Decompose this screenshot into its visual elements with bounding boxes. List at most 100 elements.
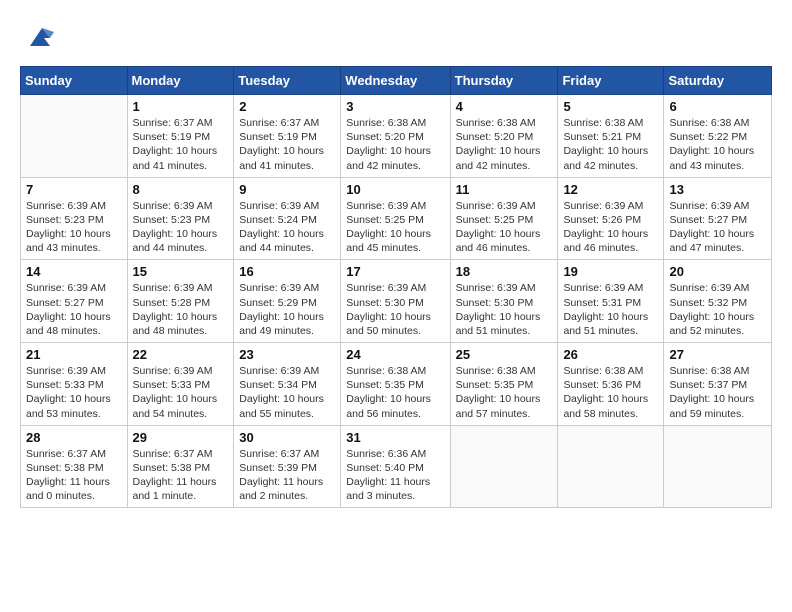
calendar-cell: 10 Sunrise: 6:39 AMSunset: 5:25 PMDayligh… (341, 177, 450, 260)
day-info: Sunrise: 6:39 AMSunset: 5:24 PMDaylight:… (239, 199, 335, 256)
week-row-0: 1 Sunrise: 6:37 AMSunset: 5:19 PMDaylight… (21, 95, 772, 178)
day-info: Sunrise: 6:39 AMSunset: 5:28 PMDaylight:… (133, 281, 229, 338)
calendar-cell: 16 Sunrise: 6:39 AMSunset: 5:29 PMDayligh… (234, 260, 341, 343)
day-number: 28 (26, 430, 122, 445)
week-row-1: 7 Sunrise: 6:39 AMSunset: 5:23 PMDaylight… (21, 177, 772, 260)
day-info: Sunrise: 6:36 AMSunset: 5:40 PMDaylight:… (346, 447, 444, 504)
page: SundayMondayTuesdayWednesdayThursdayFrid… (0, 0, 792, 518)
calendar-cell (21, 95, 128, 178)
day-info: Sunrise: 6:38 AMSunset: 5:21 PMDaylight:… (563, 116, 658, 173)
day-info: Sunrise: 6:39 AMSunset: 5:31 PMDaylight:… (563, 281, 658, 338)
calendar-cell: 9 Sunrise: 6:39 AMSunset: 5:24 PMDaylight… (234, 177, 341, 260)
calendar-header: SundayMondayTuesdayWednesdayThursdayFrid… (21, 67, 772, 95)
logo (20, 18, 62, 56)
header-day-friday: Friday (558, 67, 664, 95)
day-number: 10 (346, 182, 444, 197)
week-row-2: 14 Sunrise: 6:39 AMSunset: 5:27 PMDayligh… (21, 260, 772, 343)
day-number: 2 (239, 99, 335, 114)
calendar-cell: 21 Sunrise: 6:39 AMSunset: 5:33 PMDayligh… (21, 343, 128, 426)
calendar-cell: 30 Sunrise: 6:37 AMSunset: 5:39 PMDayligh… (234, 425, 341, 508)
calendar-cell: 18Sunrise: 6:39 AMSunset: 5:30 PMDayligh… (450, 260, 558, 343)
day-number: 23 (239, 347, 335, 362)
day-number: 9 (239, 182, 335, 197)
header-day-wednesday: Wednesday (341, 67, 450, 95)
day-info: Sunrise: 6:38 AMSunset: 5:36 PMDaylight:… (563, 364, 658, 421)
day-info: Sunrise: 6:39 AMSunset: 5:25 PMDaylight:… (456, 199, 553, 256)
calendar-cell: 2 Sunrise: 6:37 AMSunset: 5:19 PMDaylight… (234, 95, 341, 178)
calendar-cell: 6 Sunrise: 6:38 AMSunset: 5:22 PMDaylight… (664, 95, 772, 178)
day-number: 11 (456, 182, 553, 197)
calendar-cell: 5 Sunrise: 6:38 AMSunset: 5:21 PMDaylight… (558, 95, 664, 178)
calendar-cell: 20Sunrise: 6:39 AMSunset: 5:32 PMDayligh… (664, 260, 772, 343)
day-number: 31 (346, 430, 444, 445)
day-info: Sunrise: 6:38 AMSunset: 5:20 PMDaylight:… (456, 116, 553, 173)
calendar-cell: 24Sunrise: 6:38 AMSunset: 5:35 PMDayligh… (341, 343, 450, 426)
day-number: 26 (563, 347, 658, 362)
calendar-cell: 12 Sunrise: 6:39 AMSunset: 5:26 PMDayligh… (558, 177, 664, 260)
day-info: Sunrise: 6:37 AMSunset: 5:39 PMDaylight:… (239, 447, 335, 504)
day-info: Sunrise: 6:37 AMSunset: 5:19 PMDaylight:… (239, 116, 335, 173)
day-number: 13 (669, 182, 766, 197)
day-number: 15 (133, 264, 229, 279)
day-info: Sunrise: 6:39 AMSunset: 5:25 PMDaylight:… (346, 199, 444, 256)
day-info: Sunrise: 6:37 AMSunset: 5:38 PMDaylight:… (133, 447, 229, 504)
day-number: 1 (133, 99, 229, 114)
header-day-monday: Monday (127, 67, 234, 95)
day-info: Sunrise: 6:39 AMSunset: 5:30 PMDaylight:… (346, 281, 444, 338)
day-info: Sunrise: 6:39 AMSunset: 5:26 PMDaylight:… (563, 199, 658, 256)
day-number: 20 (669, 264, 766, 279)
calendar-cell: 14 Sunrise: 6:39 AMSunset: 5:27 PMDayligh… (21, 260, 128, 343)
day-info: Sunrise: 6:37 AMSunset: 5:38 PMDaylight:… (26, 447, 122, 504)
day-number: 7 (26, 182, 122, 197)
day-number: 18 (456, 264, 553, 279)
day-number: 8 (133, 182, 229, 197)
calendar-cell (450, 425, 558, 508)
header-day-tuesday: Tuesday (234, 67, 341, 95)
day-number: 22 (133, 347, 229, 362)
header-day-sunday: Sunday (21, 67, 128, 95)
logo-icon (20, 18, 58, 56)
calendar-cell: 4Sunrise: 6:38 AMSunset: 5:20 PMDaylight… (450, 95, 558, 178)
day-info: Sunrise: 6:38 AMSunset: 5:20 PMDaylight:… (346, 116, 444, 173)
calendar-cell: 31 Sunrise: 6:36 AMSunset: 5:40 PMDayligh… (341, 425, 450, 508)
day-number: 17 (346, 264, 444, 279)
day-info: Sunrise: 6:37 AMSunset: 5:19 PMDaylight:… (133, 116, 229, 173)
day-info: Sunrise: 6:39 AMSunset: 5:33 PMDaylight:… (133, 364, 229, 421)
calendar-cell: 3 Sunrise: 6:38 AMSunset: 5:20 PMDaylight… (341, 95, 450, 178)
calendar-cell: 22 Sunrise: 6:39 AMSunset: 5:33 PMDayligh… (127, 343, 234, 426)
day-info: Sunrise: 6:39 AMSunset: 5:29 PMDaylight:… (239, 281, 335, 338)
calendar-cell (664, 425, 772, 508)
week-row-3: 21 Sunrise: 6:39 AMSunset: 5:33 PMDayligh… (21, 343, 772, 426)
day-number: 30 (239, 430, 335, 445)
day-number: 12 (563, 182, 658, 197)
day-info: Sunrise: 6:39 AMSunset: 5:23 PMDaylight:… (26, 199, 122, 256)
day-info: Sunrise: 6:38 AMSunset: 5:35 PMDaylight:… (346, 364, 444, 421)
calendar-cell: 26 Sunrise: 6:38 AMSunset: 5:36 PMDayligh… (558, 343, 664, 426)
calendar-cell: 8 Sunrise: 6:39 AMSunset: 5:23 PMDaylight… (127, 177, 234, 260)
day-info: Sunrise: 6:38 AMSunset: 5:37 PMDaylight:… (669, 364, 766, 421)
calendar-cell: 7 Sunrise: 6:39 AMSunset: 5:23 PMDaylight… (21, 177, 128, 260)
day-number: 16 (239, 264, 335, 279)
day-info: Sunrise: 6:39 AMSunset: 5:33 PMDaylight:… (26, 364, 122, 421)
header-day-saturday: Saturday (664, 67, 772, 95)
day-info: Sunrise: 6:39 AMSunset: 5:27 PMDaylight:… (26, 281, 122, 338)
header-row: SundayMondayTuesdayWednesdayThursdayFrid… (21, 67, 772, 95)
calendar-cell: 28 Sunrise: 6:37 AMSunset: 5:38 PMDayligh… (21, 425, 128, 508)
calendar-cell: 13 Sunrise: 6:39 AMSunset: 5:27 PMDayligh… (664, 177, 772, 260)
day-number: 29 (133, 430, 229, 445)
calendar-table: SundayMondayTuesdayWednesdayThursdayFrid… (20, 66, 772, 508)
day-info: Sunrise: 6:39 AMSunset: 5:23 PMDaylight:… (133, 199, 229, 256)
calendar-cell: 1 Sunrise: 6:37 AMSunset: 5:19 PMDaylight… (127, 95, 234, 178)
day-number: 6 (669, 99, 766, 114)
day-info: Sunrise: 6:38 AMSunset: 5:22 PMDaylight:… (669, 116, 766, 173)
day-number: 3 (346, 99, 444, 114)
day-number: 14 (26, 264, 122, 279)
day-info: Sunrise: 6:39 AMSunset: 5:27 PMDaylight:… (669, 199, 766, 256)
day-number: 19 (563, 264, 658, 279)
calendar-cell: 23Sunrise: 6:39 AMSunset: 5:34 PMDayligh… (234, 343, 341, 426)
calendar-cell: 17 Sunrise: 6:39 AMSunset: 5:30 PMDayligh… (341, 260, 450, 343)
calendar-cell: 27 Sunrise: 6:38 AMSunset: 5:37 PMDayligh… (664, 343, 772, 426)
day-number: 5 (563, 99, 658, 114)
day-number: 27 (669, 347, 766, 362)
day-number: 21 (26, 347, 122, 362)
